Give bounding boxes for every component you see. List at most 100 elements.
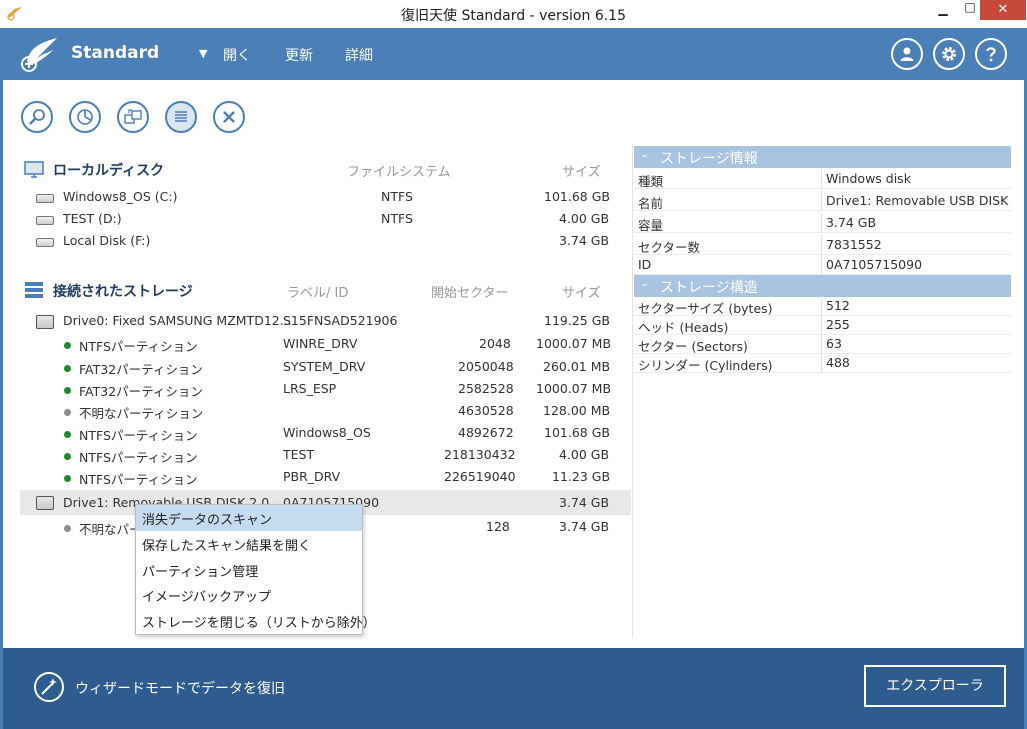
partition-label: TEST [283, 447, 315, 462]
partition-name: NTFSパーティション [79, 450, 198, 465]
partition-label: LRS_ESP [283, 381, 337, 396]
info-row: 容量 3.74 GB [634, 213, 1011, 233]
partition-size: 3.74 GB [559, 519, 610, 534]
partition-status-icon [64, 431, 71, 438]
partition-start: 4892672 [458, 425, 514, 440]
partition-row[interactable]: NTFSパーティション PBR_DRV 226519040 11.23 GB [20, 466, 632, 488]
menu-item-image-backup[interactable]: イメージバックアップ [136, 582, 362, 608]
minimize-button[interactable]: ▁ [929, 2, 957, 22]
partition-row[interactable]: NTFSパーティション TEST 218130432 4.00 GB [20, 444, 632, 466]
info-row: 種類 Windows disk [634, 169, 1011, 189]
list-view-button[interactable] [165, 101, 197, 133]
structure-row: セクター (Sectors) 63 [634, 334, 1011, 354]
disk-name: Local Disk (F:) [63, 233, 151, 248]
context-menu: 消失データのスキャン 保存したスキャン結果を開く パーティション管理 イメージバ… [135, 504, 376, 635]
magic-wand-icon [41, 678, 57, 695]
partition-size: 1000.07 MB [536, 336, 612, 351]
menu-item-label: パーティション管理 [142, 565, 259, 580]
brand-name: Standard [71, 43, 160, 63]
menu-detail[interactable]: 詳細 [345, 45, 373, 65]
menu-refresh[interactable]: 更新 [285, 45, 313, 65]
structure-value: 255 [826, 317, 850, 332]
drive-icon [36, 315, 54, 329]
partition-row[interactable]: NTFSパーティション Windows8_OS 4892672 101.68 G… [20, 422, 632, 444]
help-button[interactable] [975, 38, 1007, 70]
gear-icon [942, 47, 956, 61]
menu-item-label: 保存したスキャン結果を開く [142, 539, 312, 554]
question-icon [986, 47, 996, 62]
local-disk-row[interactable]: Windows8_OS (C:) NTFS 101.68 GB [20, 186, 632, 208]
disk-usage-button[interactable] [69, 101, 101, 133]
copy-icon [124, 109, 142, 124]
angel-wing-logo-icon [21, 38, 57, 72]
structure-value: 63 [826, 336, 842, 351]
wizard-mode-button[interactable] [34, 672, 64, 702]
menu-item-close-storage[interactable]: ストレージを閉じる（リストから除外） [136, 608, 376, 634]
disk-name: TEST (D:) [63, 211, 122, 226]
app-header: Standard ▼ 開く 更新 詳細 [3, 28, 1024, 80]
partition-name: 不明なパーティション [79, 406, 204, 421]
partition-row[interactable]: 不明なパーティション 4630528 128.00 MB [20, 400, 632, 422]
search-icon [29, 109, 45, 125]
menu-item-label: ストレージを閉じる（リストから除外） [142, 616, 376, 631]
info-value: 3.74 GB [826, 215, 877, 230]
partition-size: 260.01 MB [543, 359, 611, 374]
collapse-icon: - [642, 148, 648, 164]
menu-item-partition-manager[interactable]: パーティション管理 [136, 557, 362, 583]
structure-value: 488 [826, 355, 850, 370]
menu-item-open-saved-scan[interactable]: 保存したスキャン結果を開く [136, 531, 362, 557]
col-size: サイズ [562, 165, 601, 180]
partition-name: NTFSパーティション [79, 472, 198, 487]
menu-open[interactable]: 開く [223, 45, 251, 65]
drive-name: Drive0: Fixed SAMSUNG MZMTD12... [63, 313, 292, 328]
col-start-sector: 開始セクター [431, 286, 509, 301]
connected-storage-title: 接続されたストレージ [53, 284, 193, 300]
partition-status-icon [64, 475, 71, 482]
account-button[interactable] [891, 38, 923, 70]
structure-row: ヘッド (Heads) 255 [634, 315, 1011, 335]
drive-row[interactable]: Drive0: Fixed SAMSUNG MZMTD12... S15FNSA… [20, 310, 632, 332]
partition-row[interactable]: FAT32パーティション SYSTEM_DRV 2050048 260.01 M… [20, 356, 632, 378]
disk-size: 101.68 GB [544, 189, 610, 204]
menu-dropdown-caret-icon[interactable]: ▼ [199, 47, 207, 60]
disk-fs: NTFS [381, 189, 413, 204]
structure-row: セクターサイズ (bytes) 512 [634, 296, 1011, 316]
local-disk-row[interactable]: Local Disk (F:) 3.74 GB [20, 230, 632, 252]
disk-fs: NTFS [381, 211, 413, 226]
info-key: 容量 [638, 218, 664, 233]
drive-icon [36, 496, 54, 510]
search-scan-button[interactable] [21, 101, 53, 133]
partition-label: WINRE_DRV [283, 336, 358, 351]
partition-start: 2050048 [458, 359, 514, 374]
info-row: ID 0A7105715090 [634, 255, 1011, 275]
partition-size: 101.68 GB [544, 425, 610, 440]
partition-size: 1000.07 MB [536, 381, 612, 396]
partition-start: 2048 [479, 336, 511, 351]
partition-row[interactable]: FAT32パーティション LRS_ESP 2582528 1000.07 MB [20, 378, 632, 400]
storage-info-header[interactable]: - ストレージ情報 [634, 146, 1011, 168]
col-filesystem: ファイルシステム [347, 165, 451, 180]
settings-button[interactable] [933, 38, 965, 70]
close-storage-button[interactable] [213, 101, 245, 133]
partition-row[interactable]: NTFSパーティション WINRE_DRV 2048 1000.07 MB [20, 333, 632, 355]
close-window-button[interactable]: ✕ [980, 0, 1026, 20]
storage-structure-header[interactable]: - ストレージ構造 [634, 275, 1011, 297]
partition-start: 2582528 [458, 381, 514, 396]
hdd-icon [36, 238, 54, 247]
menu-item-scan-lost-data[interactable]: 消失データのスキャン [136, 505, 362, 531]
image-copy-button[interactable] [117, 101, 149, 133]
partition-status-icon [64, 387, 71, 394]
drive-size: 3.74 GB [559, 495, 610, 510]
col-size: サイズ [562, 286, 601, 301]
footer-bar: ウィザードモードでデータを復旧 エクスプローラ [3, 648, 1024, 729]
disk-size: 3.74 GB [559, 233, 610, 248]
window-title: 復旧天使 Standard - version 6.15 [401, 8, 626, 24]
info-row: セクター数 7831552 [634, 235, 1011, 255]
info-value: 7831552 [826, 237, 882, 252]
list-icon [175, 111, 187, 122]
local-disk-row[interactable]: TEST (D:) NTFS 4.00 GB [20, 208, 632, 230]
partition-label: SYSTEM_DRV [283, 359, 366, 374]
explorer-button[interactable]: エクスプローラ [864, 665, 1006, 707]
wizard-mode-link[interactable]: ウィザードモードでデータを復旧 [75, 678, 285, 698]
user-icon [900, 47, 914, 61]
